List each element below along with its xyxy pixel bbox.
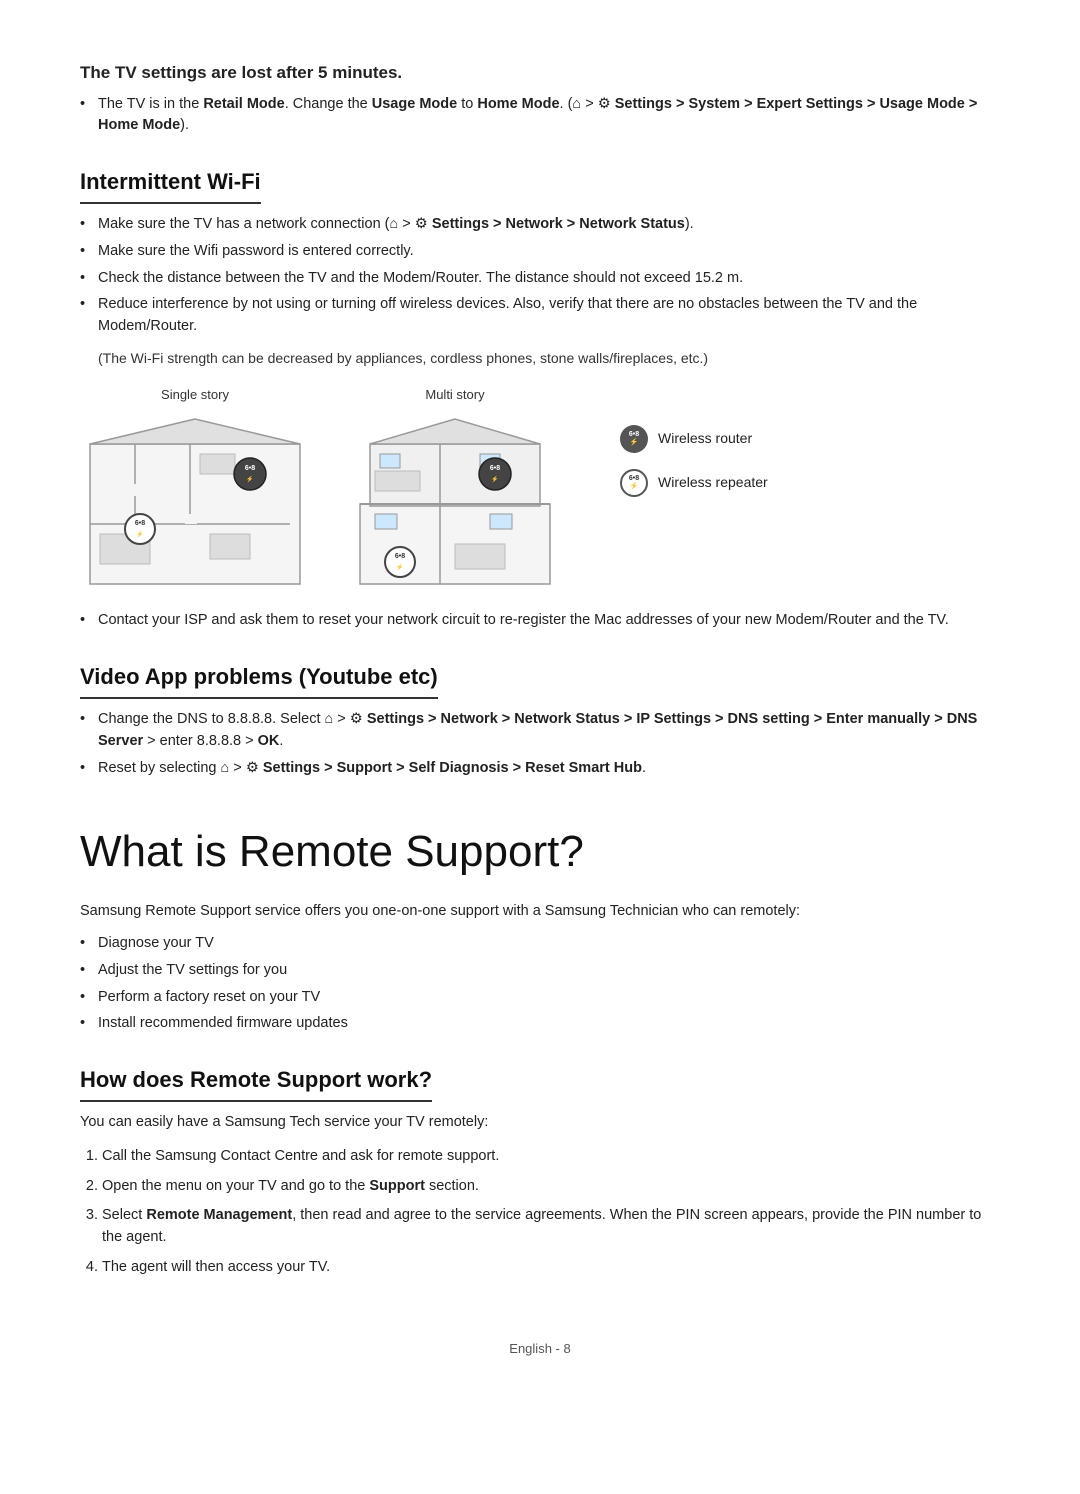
tv-settings-lost-section: The TV settings are lost after 5 minutes…: [80, 60, 1000, 137]
multi-story-svg: 6•8 ⚡ 6•8 ⚡: [340, 414, 570, 594]
home-icon: ⌂: [572, 96, 581, 112]
multi-story-label: Multi story: [425, 385, 484, 405]
gear-icon-3: ⚙: [350, 711, 363, 727]
multi-story-diagram: Multi story: [340, 385, 570, 595]
svg-text:6•8: 6•8: [135, 520, 145, 527]
tv-settings-bullet-1: The TV is in the Retail Mode. Change the…: [80, 94, 1000, 138]
wifi-note: (The Wi-Fi strength can be decreased by …: [80, 348, 1000, 369]
wifi-extra-bullets: Contact your ISP and ask them to reset y…: [80, 610, 1000, 632]
rs-bullet-4: Install recommended firmware updates: [80, 1013, 1000, 1035]
tv-settings-title: The TV settings are lost after 5 minutes…: [80, 60, 1000, 86]
gear-icon-2: ⚙: [415, 216, 428, 232]
legend-router: 6•8⚡ Wireless router: [620, 425, 768, 453]
video-app-bullet-1: Change the DNS to 8.8.8.8. Select ⌂ > ⚙ …: [80, 709, 1000, 753]
home-icon-4: ⌂: [221, 760, 230, 776]
diagram-legend: 6•8⚡ Wireless router 6•8⚡ Wireless repea…: [620, 425, 768, 497]
repeater-label: Wireless repeater: [658, 472, 768, 493]
remote-support-title: What is Remote Support?: [80, 819, 1000, 885]
wifi-bullet-1: Make sure the TV has a network connectio…: [80, 214, 1000, 236]
remote-support-intro: Samsung Remote Support service offers yo…: [80, 901, 1000, 923]
how-remote-support-steps: Call the Samsung Contact Centre and ask …: [80, 1146, 1000, 1279]
step-3: Select Remote Management, then read and …: [102, 1205, 1000, 1249]
svg-text:⚡: ⚡: [136, 530, 143, 538]
video-app-bullets: Change the DNS to 8.8.8.8. Select ⌂ > ⚙ …: [80, 709, 1000, 779]
router-label: Wireless router: [658, 428, 752, 449]
remote-support-bullets: Diagnose your TV Adjust the TV settings …: [80, 933, 1000, 1035]
single-story-label: Single story: [161, 385, 229, 405]
rs-bullet-2: Adjust the TV settings for you: [80, 960, 1000, 982]
remote-support-section: What is Remote Support? Samsung Remote S…: [80, 819, 1000, 1035]
how-remote-support-title: How does Remote Support work?: [80, 1063, 432, 1102]
wifi-diagram-area: Single story 6•8 ⚡: [80, 385, 1000, 595]
svg-text:⚡: ⚡: [396, 563, 403, 571]
page-footer: English - 8: [80, 1329, 1000, 1359]
step-1: Call the Samsung Contact Centre and ask …: [102, 1146, 1000, 1168]
svg-text:⚡: ⚡: [491, 475, 498, 483]
svg-text:6•8: 6•8: [245, 465, 255, 472]
video-app-bullet-2: Reset by selecting ⌂ > ⚙ Settings > Supp…: [80, 758, 1000, 780]
wifi-bullet-4: Reduce interference by not using or turn…: [80, 294, 1000, 338]
wifi-bullet-2: Make sure the Wifi password is entered c…: [80, 241, 1000, 263]
svg-text:6•8: 6•8: [490, 465, 500, 472]
tv-settings-bullets: The TV is in the Retail Mode. Change the…: [80, 94, 1000, 138]
wifi-bullets: Make sure the TV has a network connectio…: [80, 214, 1000, 338]
intermittent-wifi-section: Intermittent Wi-Fi Make sure the TV has …: [80, 165, 1000, 632]
gear-icon-4: ⚙: [246, 760, 259, 776]
wifi-bullet-3: Check the distance between the TV and th…: [80, 268, 1000, 290]
video-app-section: Video App problems (Youtube etc) Change …: [80, 660, 1000, 779]
repeater-icon: 6•8⚡: [620, 469, 648, 497]
footer-text: English - 8: [509, 1341, 570, 1356]
svg-text:6•8: 6•8: [395, 553, 405, 560]
video-app-title: Video App problems (Youtube etc): [80, 660, 438, 699]
how-remote-support-intro: You can easily have a Samsung Tech servi…: [80, 1112, 1000, 1134]
step-2: Open the menu on your TV and go to the S…: [102, 1176, 1000, 1198]
single-story-svg: 6•8 ⚡ 6•8 ⚡: [80, 414, 310, 594]
home-icon-3: ⌂: [325, 711, 334, 727]
legend-repeater: 6•8⚡ Wireless repeater: [620, 469, 768, 497]
svg-text:⚡: ⚡: [246, 475, 253, 483]
rs-bullet-1: Diagnose your TV: [80, 933, 1000, 955]
wifi-extra-bullet: Contact your ISP and ask them to reset y…: [80, 610, 1000, 632]
step-4: The agent will then access your TV.: [102, 1257, 1000, 1279]
how-remote-support-section: How does Remote Support work? You can ea…: [80, 1063, 1000, 1279]
wifi-title: Intermittent Wi-Fi: [80, 165, 261, 204]
single-story-diagram: Single story 6•8 ⚡: [80, 385, 310, 595]
rs-bullet-3: Perform a factory reset on your TV: [80, 987, 1000, 1009]
gear-icon: ⚙: [598, 96, 611, 112]
router-icon: 6•8⚡: [620, 425, 648, 453]
home-icon-2: ⌂: [390, 216, 399, 232]
